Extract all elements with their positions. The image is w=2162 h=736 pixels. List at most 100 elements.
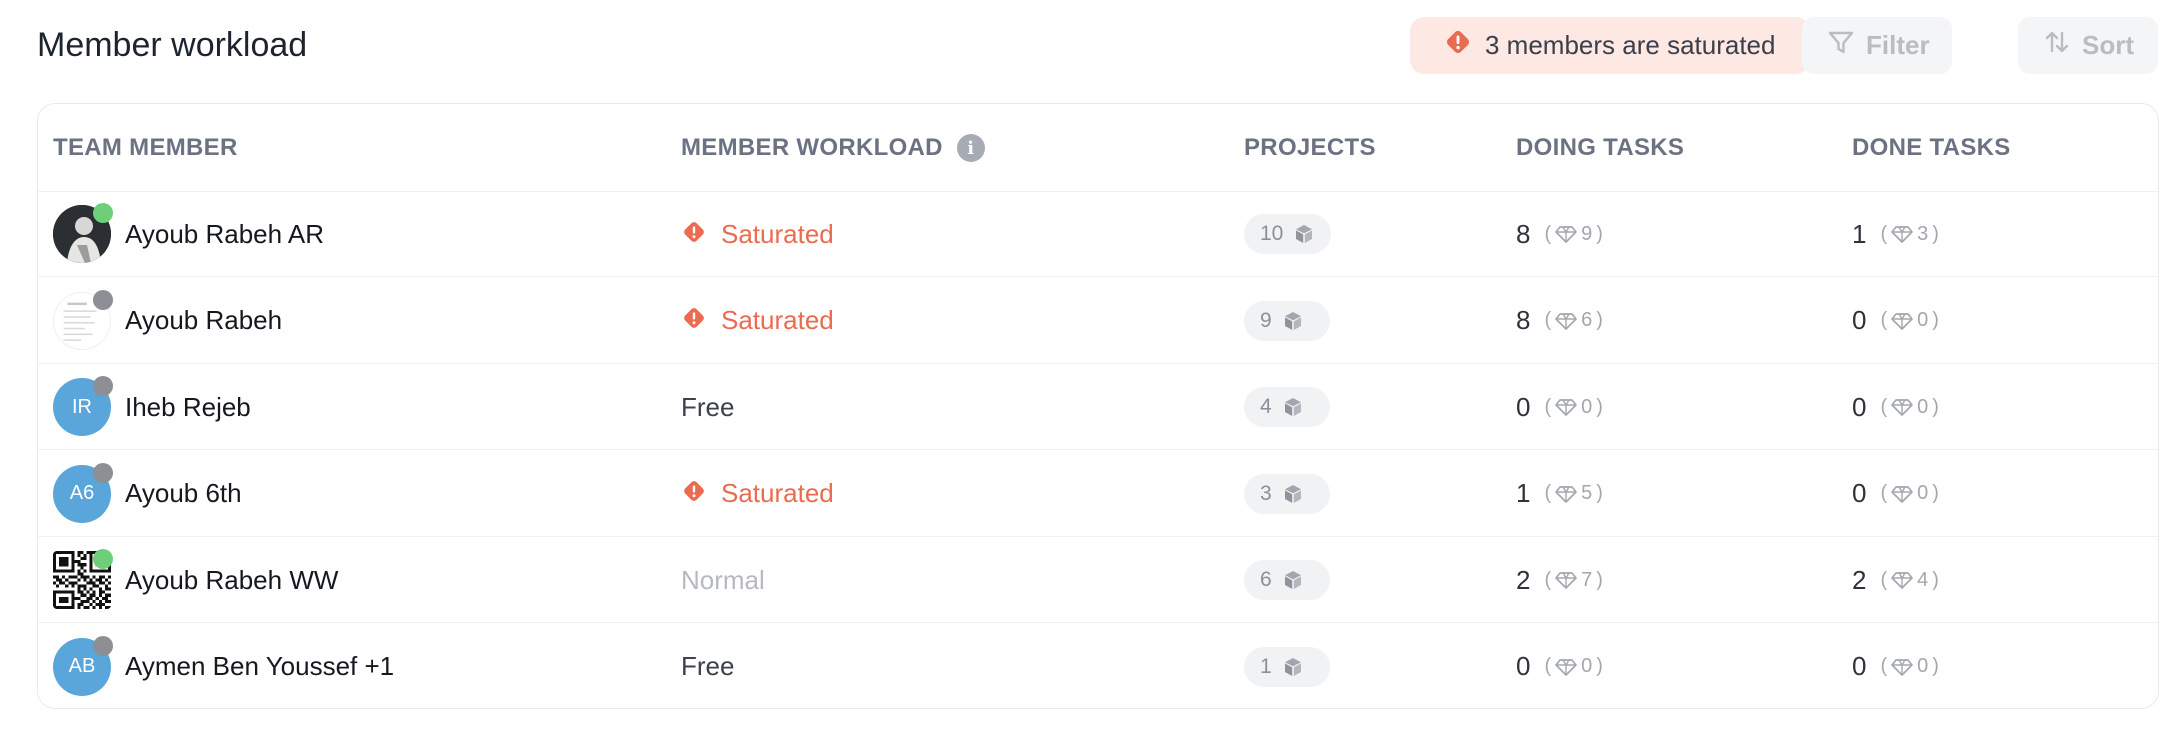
avatar[interactable] <box>53 549 113 609</box>
offline-status-dot <box>93 289 113 310</box>
done-tasks-points-value: 0 <box>1917 655 1929 677</box>
done-tasks-count: 0 <box>1852 305 1867 335</box>
doing-tasks-count: 1 <box>1516 478 1531 508</box>
saturated-warning-icon <box>681 478 707 509</box>
avatar[interactable] <box>53 203 113 263</box>
workload-cell: Saturated <box>681 451 834 537</box>
online-status-dot <box>93 549 113 569</box>
gem-icon <box>1555 312 1577 330</box>
doing-tasks-points-value: 6 <box>1581 309 1593 331</box>
doing-tasks-points: ( 9) <box>1544 222 1603 245</box>
doing-tasks-cell: 0( 0) <box>1516 364 1603 450</box>
column-header-label: TEAM MEMBER <box>53 134 238 161</box>
doing-tasks-points: ( 0) <box>1544 655 1603 677</box>
info-icon[interactable]: i <box>956 134 985 162</box>
doing-tasks-cell: 0( 0) <box>1516 624 1603 709</box>
table-row[interactable]: A6 Ayoub 6th Saturated 3 1( 5) 0( 0) <box>38 451 2158 537</box>
done-tasks-points: ( 0) <box>1880 655 1939 677</box>
projects-cell: 6 <box>1244 537 1330 623</box>
member-name[interactable]: Ayoub 6th <box>125 478 242 509</box>
sort-button[interactable]: Sort <box>2018 17 2158 74</box>
column-header-done-tasks[interactable]: DONE TASKS <box>1852 134 2011 162</box>
doing-tasks-points: ( 6) <box>1544 309 1603 331</box>
avatar[interactable] <box>53 289 113 350</box>
gem-icon <box>1891 312 1913 330</box>
saturated-warning-icon <box>681 219 707 250</box>
sort-arrows-icon <box>2042 27 2072 64</box>
projects-count-pill[interactable]: 10 <box>1244 214 1332 254</box>
member-name[interactable]: Aymen Ben Youssef +1 <box>125 651 394 682</box>
alert-diamond-icon <box>1443 27 1473 64</box>
member-cell: Ayoub Rabeh <box>53 278 282 364</box>
projects-cell: 9 <box>1244 278 1330 364</box>
gem-icon <box>1891 398 1913 416</box>
projects-count: 1 <box>1260 654 1272 678</box>
gem-icon <box>1555 225 1577 243</box>
workload-status: Saturated <box>721 218 834 249</box>
table-row[interactable]: Ayoub Rabeh WW Normal 6 2 ( 7) 2 ( 4) <box>38 537 2158 623</box>
projects-count-pill[interactable]: 4 <box>1244 387 1330 427</box>
filter-button[interactable]: Filter <box>1802 17 1952 74</box>
avatar[interactable]: A6 <box>53 462 113 523</box>
projects-count-pill[interactable]: 9 <box>1244 300 1330 341</box>
doing-tasks-points-value: 9 <box>1581 222 1593 245</box>
done-tasks-cell: 0( 0) <box>1852 624 1939 709</box>
projects-count-pill[interactable]: 3 <box>1244 473 1330 514</box>
projects-cell: 3 <box>1244 451 1330 537</box>
cube-icon <box>1293 223 1315 245</box>
projects-cell: 1 <box>1244 624 1330 709</box>
doing-tasks-count: 2 <box>1516 564 1531 595</box>
projects-count: 4 <box>1260 395 1272 418</box>
column-header-doing-tasks[interactable]: DOING TASKS <box>1516 134 1684 162</box>
done-tasks-cell: 1 ( 3) <box>1852 191 1939 277</box>
gem-icon <box>1891 225 1913 243</box>
member-name[interactable]: Ayoub Rabeh AR <box>125 219 324 250</box>
done-tasks-points: ( 0) <box>1880 309 1939 331</box>
table-row[interactable]: Ayoub Rabeh Saturated 9 8( 6) 0( 0) <box>38 278 2158 364</box>
done-tasks-cell: 2 ( 4) <box>1852 537 1939 623</box>
done-tasks-points-value: 4 <box>1917 568 1929 591</box>
done-tasks-points: ( 0) <box>1880 395 1939 418</box>
avatar[interactable]: AB <box>53 635 113 696</box>
online-status-dot <box>93 203 113 223</box>
projects-count: 3 <box>1260 481 1272 505</box>
column-header-member-workload[interactable]: MEMBER WORKLOAD i <box>681 134 985 162</box>
projects-count-pill[interactable]: 1 <box>1244 646 1330 687</box>
page-title: Member workload <box>37 26 308 64</box>
workload-cell: Normal <box>681 537 765 623</box>
member-name[interactable]: Iheb Rejeb <box>125 392 251 423</box>
table-header: TEAM MEMBER MEMBER WORKLOAD i PROJECTS D… <box>38 104 2158 192</box>
gem-icon <box>1891 571 1913 589</box>
doing-tasks-points-value: 0 <box>1581 655 1593 677</box>
gem-icon <box>1555 398 1577 416</box>
workload-status: Normal <box>681 564 765 595</box>
done-tasks-points-value: 0 <box>1917 395 1929 418</box>
workload-status: Free <box>681 391 735 422</box>
doing-tasks-cell: 8 ( 9) <box>1516 191 1603 277</box>
doing-tasks-points-value: 5 <box>1581 482 1593 504</box>
filter-label: Filter <box>1866 30 1930 60</box>
table-row[interactable]: Ayoub Rabeh AR Saturated 10 8 ( 9) 1 ( 3) <box>38 191 2158 277</box>
done-tasks-points-value: 0 <box>1917 482 1929 504</box>
projects-count: 9 <box>1260 308 1272 332</box>
projects-count-pill[interactable]: 6 <box>1244 560 1330 600</box>
doing-tasks-cell: 8 ( 6) <box>1516 278 1603 364</box>
doing-tasks-points: ( 7) <box>1544 568 1603 591</box>
done-tasks-cell: 0( 0) <box>1852 451 1939 537</box>
member-name[interactable]: Ayoub Rabeh WW <box>125 565 338 596</box>
table-row[interactable]: IR Iheb Rejeb Free 4 0( 0) 0( 0) <box>38 364 2158 450</box>
avatar[interactable]: IR <box>53 376 113 436</box>
member-cell: IR Iheb Rejeb <box>53 364 251 450</box>
projects-cell: 4 <box>1244 364 1330 450</box>
doing-tasks-count: 0 <box>1516 651 1531 681</box>
member-name[interactable]: Ayoub Rabeh <box>125 305 282 336</box>
column-header-projects[interactable]: PROJECTS <box>1244 134 1376 162</box>
saturation-alert-chip[interactable]: 3 members are saturated <box>1410 17 1810 74</box>
done-tasks-count: 0 <box>1852 391 1867 422</box>
workload-cell: Free <box>681 364 734 450</box>
projects-count: 10 <box>1260 222 1284 245</box>
table-row[interactable]: AB Aymen Ben Youssef +1 Free 1 0( 0) 0( 0) <box>38 624 2158 709</box>
column-header-label: PROJECTS <box>1244 134 1376 161</box>
done-tasks-count: 2 <box>1852 564 1867 595</box>
column-header-team-member[interactable]: TEAM MEMBER <box>53 134 238 162</box>
